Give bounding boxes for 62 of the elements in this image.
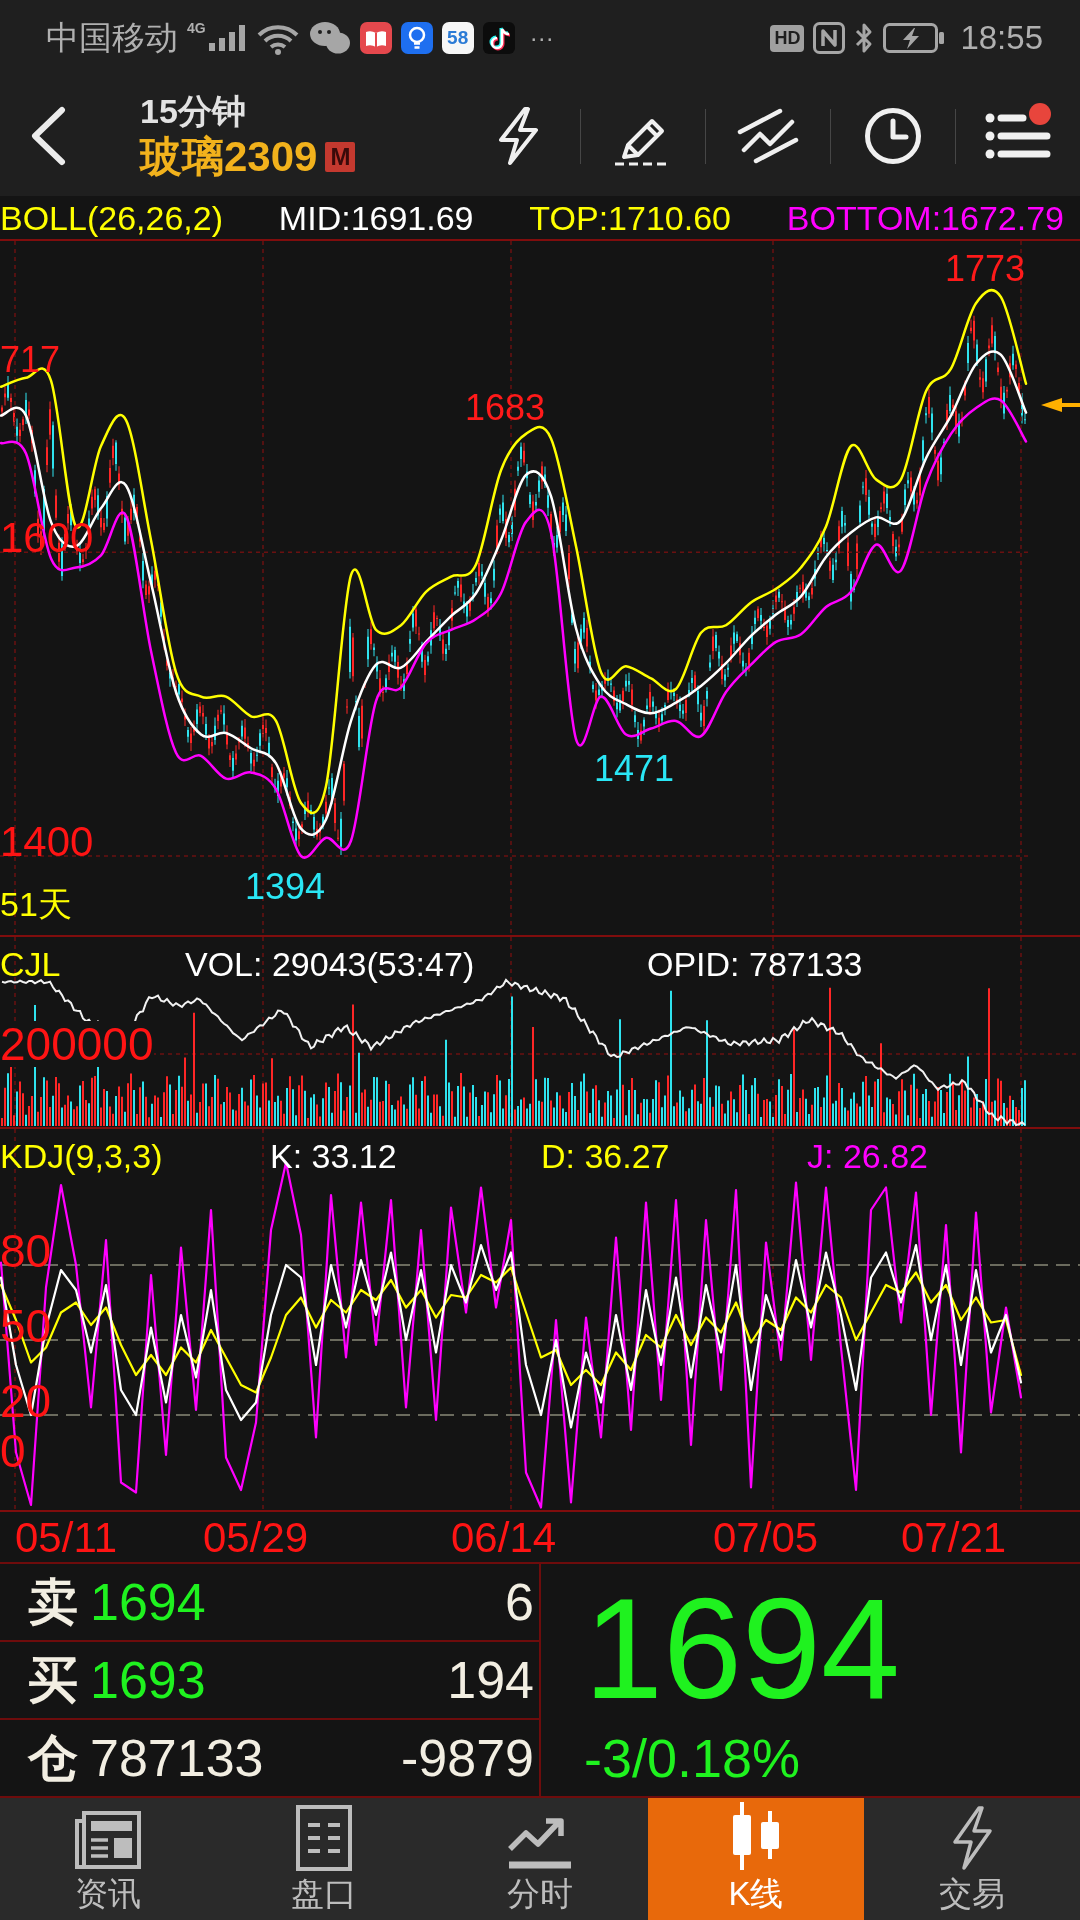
clock-icon [864, 107, 922, 165]
contract-name: 玻璃2309 [140, 136, 318, 178]
indicator-reading: OPID: 787133 [647, 947, 864, 981]
carrier-name: 中国移动 [46, 17, 178, 58]
trend-lines-icon [736, 108, 800, 164]
low-price-label: 1471 [594, 751, 675, 787]
quote-amount: 6 [505, 1572, 534, 1632]
quote-row-label: 买 [28, 1650, 79, 1710]
quote-amount: -9879 [401, 1728, 534, 1788]
date-axis-label: 07/05 [713, 1517, 819, 1559]
nav-tab[interactable]: 交易 [864, 1798, 1080, 1920]
document-list-icon [296, 1805, 352, 1871]
quote-price: 1694 [90, 1572, 206, 1632]
date-axis-label: 06/14 [451, 1517, 557, 1559]
indicator-reading: MID:1691.69 [278, 200, 474, 235]
nfc-icon [813, 22, 846, 54]
app-tile: 58 [441, 22, 474, 54]
quote-price: 787133 [90, 1728, 264, 1788]
lightbulb-app-icon [400, 22, 433, 54]
signal-icon [208, 25, 247, 51]
price-axis-label: 1400 [0, 821, 94, 864]
indicator-reading: BOLL(26,26,2) [0, 200, 224, 235]
more-notifications: ··· [529, 24, 554, 52]
indicator-reading: CJL [0, 947, 62, 981]
low-price-label: 1394 [245, 869, 326, 905]
time-span-label: 51天 [0, 887, 72, 921]
high-price-label: 717 [0, 342, 61, 378]
quote-price: 1693 [90, 1650, 206, 1710]
battery-charging-icon [883, 23, 946, 53]
music-note-app-icon [482, 22, 515, 54]
nav-tab[interactable]: 盘口 [216, 1798, 432, 1920]
market-badge: M [325, 142, 356, 172]
kdj-axis-label: 80 [0, 1228, 52, 1274]
chat-bubbles-icon [308, 21, 351, 55]
high-price-label: 1683 [465, 390, 546, 426]
indicator-reading: BOTTOM:1672.79 [786, 200, 1064, 235]
date-axis-label: 07/21 [901, 1517, 1007, 1559]
period-label: 15分钟 [140, 94, 247, 128]
hd-indicator: HD [770, 24, 805, 52]
clock-time: 18:55 [960, 19, 1043, 57]
chevron-left-icon [30, 106, 66, 166]
quote-row-label: 仓 [28, 1728, 79, 1788]
high-price-label: 1773 [945, 251, 1026, 287]
book-app-icon [359, 22, 392, 54]
indicator-reading: KDJ(9,3,3) [0, 1139, 164, 1173]
nav-tab[interactable]: 分时 [432, 1798, 648, 1920]
newspaper-icon [74, 1809, 142, 1871]
last-price: 1694 [584, 1578, 900, 1720]
price-change: -3/0.18% [584, 1731, 801, 1785]
quote-amount: 194 [447, 1650, 534, 1710]
nav-tab[interactable]: 资讯 [0, 1798, 216, 1920]
network-type: 4G [187, 20, 206, 36]
date-axis-label: 05/11 [15, 1517, 117, 1559]
indicator-reading: D: 36.27 [541, 1139, 671, 1173]
indicator-reading: K: 33.12 [270, 1139, 398, 1173]
price-pointer-icon [1041, 398, 1080, 412]
indicator-reading: J: 26.82 [807, 1139, 929, 1173]
indicator-reading: VOL: 29043(53:47) [185, 947, 476, 981]
date-axis-label: 05/29 [203, 1517, 309, 1559]
indicator-reading: TOP:1710.60 [529, 200, 731, 235]
volume-axis-label: 200000 [0, 1021, 154, 1067]
quote-row-label: 卖 [28, 1572, 79, 1632]
